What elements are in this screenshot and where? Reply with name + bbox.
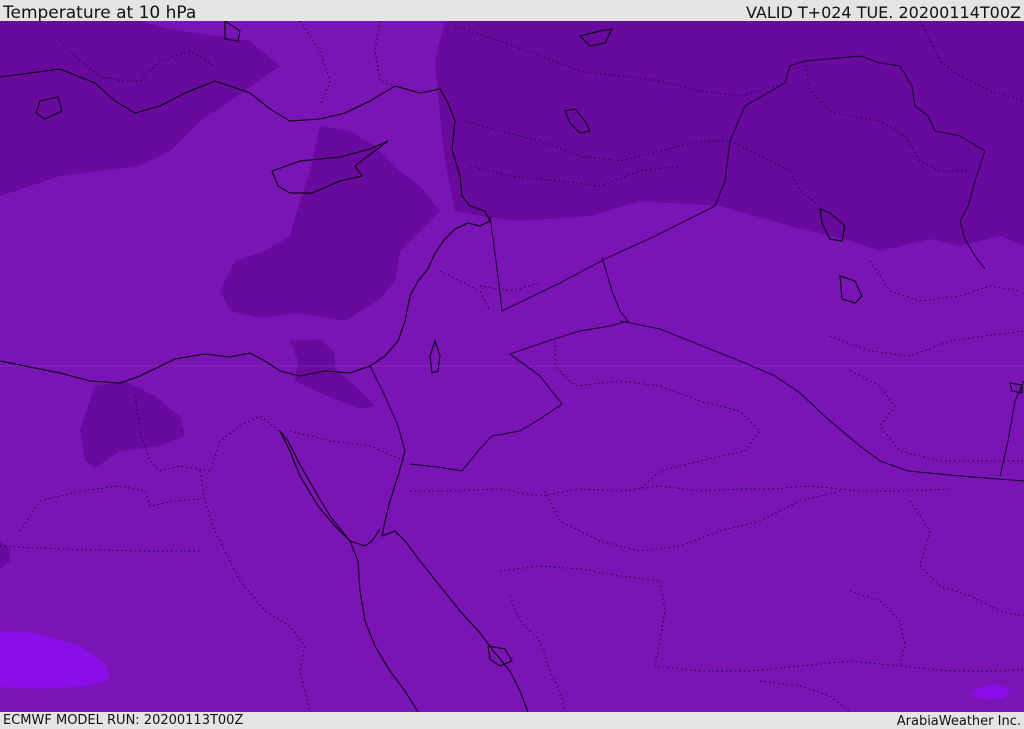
weather-map-frame: Temperature at 10 hPa VALID T+024 TUE. 2… [0,0,1024,729]
model-run-label: ECMWF MODEL RUN: 20200113T00Z [3,713,244,728]
temperature-map[interactable] [0,21,1024,712]
map-header: Temperature at 10 hPa VALID T+024 TUE. 2… [0,0,1024,23]
credit-label: ArabiaWeather Inc. [896,714,1021,729]
map-footer: ECMWF MODEL RUN: 20200113T00Z ArabiaWeat… [0,712,1024,729]
